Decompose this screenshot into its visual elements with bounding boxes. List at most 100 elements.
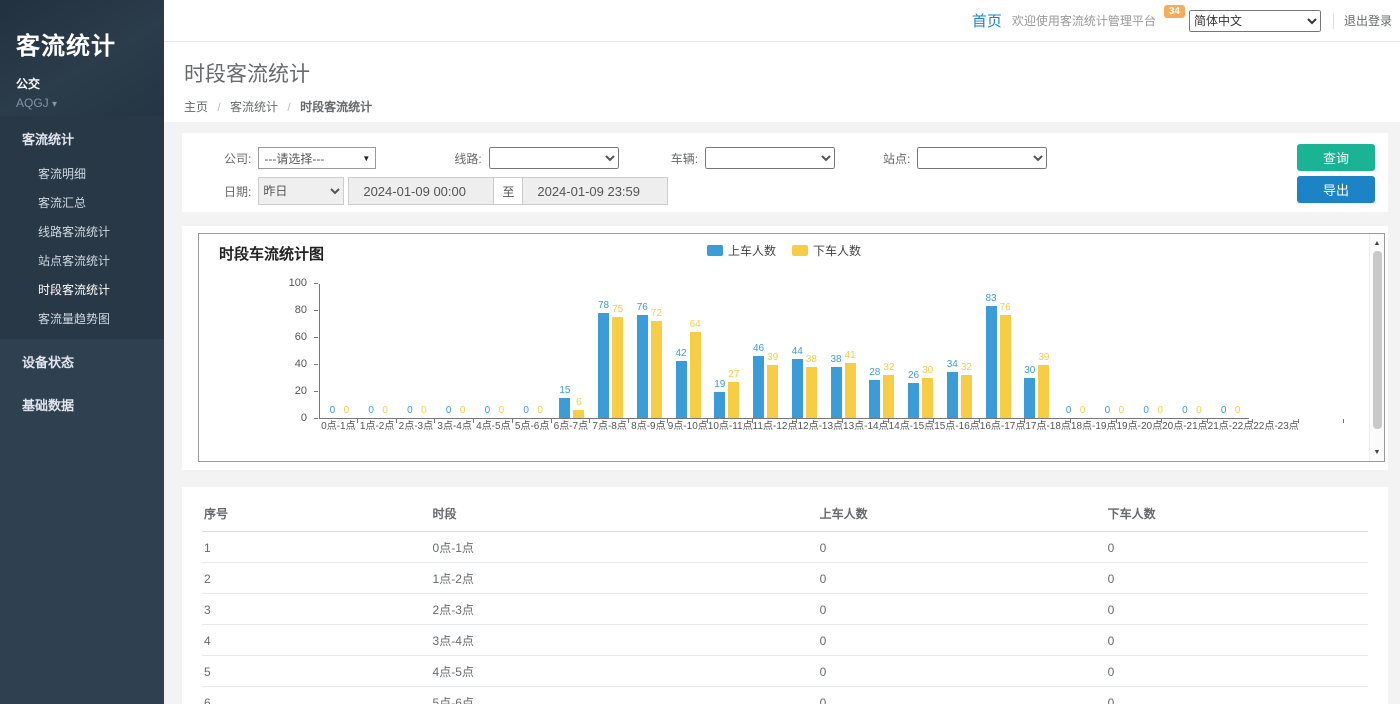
bar-column: 0	[341, 284, 352, 418]
bar[interactable]	[598, 313, 609, 418]
bar-column: 28	[869, 284, 880, 418]
sidebar-header: 客流统计 公交 AQGJ ▾	[0, 0, 164, 116]
bar[interactable]	[986, 306, 997, 418]
sidebar-item-设备状态[interactable]: 设备状态	[0, 339, 164, 382]
sidebar-item-站点客流统计[interactable]: 站点客流统计	[0, 246, 164, 275]
bar[interactable]	[676, 361, 687, 418]
bar[interactable]	[690, 332, 701, 418]
station-select[interactable]	[917, 147, 1047, 169]
legend-item-boarding[interactable]: 上车人数	[707, 242, 776, 259]
bar[interactable]	[845, 363, 856, 418]
scroll-up-icon[interactable]: ▲	[1370, 236, 1384, 250]
breadcrumb-home[interactable]: 主页	[184, 100, 208, 114]
breadcrumb-separator: /	[217, 100, 220, 114]
vehicle-label: 车辆:	[671, 150, 698, 167]
bar-group: 3841	[824, 284, 863, 418]
table-cell: 4	[202, 625, 431, 656]
bar-value-label: 28	[869, 368, 880, 378]
table-cell: 0	[818, 656, 1106, 687]
welcome-text: 欢迎使用客流统计管理平台	[1012, 12, 1156, 29]
bar[interactable]	[637, 315, 648, 418]
sidebar-item-客流量趋势图[interactable]: 客流量趋势图	[0, 304, 164, 339]
bar[interactable]	[559, 398, 570, 418]
vehicle-select[interactable]	[705, 147, 835, 169]
legend-item-alighting[interactable]: 下车人数	[792, 242, 861, 259]
bar-column: 0	[366, 284, 377, 418]
filter-row-2: 日期: 昨日 2024-01-09 00:00 至 2024-01-09 23:…	[224, 178, 1388, 204]
table-row: 65点-6点00	[202, 687, 1368, 704]
bar[interactable]	[753, 356, 764, 418]
bar-column: 15	[559, 284, 570, 418]
bar-group: 00	[436, 284, 475, 418]
sidebar-item-时段客流统计[interactable]: 时段客流统计	[0, 275, 164, 304]
sidebar-item-线路客流统计[interactable]: 线路客流统计	[0, 217, 164, 246]
bar[interactable]	[651, 321, 662, 418]
bar-value-label: 44	[792, 347, 803, 357]
bar[interactable]	[1024, 378, 1035, 419]
y-axis-tick-label: 100	[289, 278, 307, 289]
bar-value-label: 39	[767, 353, 778, 363]
sidebar-item-客流统计[interactable]: 客流统计	[0, 116, 164, 159]
bar[interactable]	[573, 410, 584, 418]
sidebar-item-基础数据[interactable]: 基础数据	[0, 382, 164, 425]
bar-value-label: 0	[537, 406, 543, 416]
bar[interactable]	[961, 375, 972, 418]
table-header-row: 序号时段上车人数下车人数	[202, 497, 1368, 532]
bar[interactable]	[947, 372, 958, 418]
x-axis-label: 9点-10点	[668, 421, 708, 433]
x-axis-label: 14点-15点	[889, 421, 935, 433]
bar[interactable]	[869, 380, 880, 418]
bar[interactable]	[767, 365, 778, 418]
x-axis-label: 0点-1点	[319, 421, 358, 433]
scrollbar-thumb[interactable]	[1373, 251, 1382, 429]
date-to-label: 至	[494, 177, 522, 205]
x-axis-label: 16点-17点	[980, 421, 1026, 433]
bar-column: 27	[728, 284, 739, 418]
bar-column: 26	[908, 284, 919, 418]
table-cell: 0	[1106, 532, 1368, 563]
bar[interactable]	[922, 378, 933, 419]
sidebar-menu: 客流统计客流明细客流汇总线路客流统计站点客流统计时段客流统计客流量趋势图设备状态…	[0, 116, 164, 425]
search-button[interactable]: 查询	[1297, 144, 1375, 171]
bar-value-label: 0	[1182, 406, 1188, 416]
bar-group: 4639	[746, 284, 785, 418]
date-end-input[interactable]: 2024-01-09 23:59	[522, 177, 668, 205]
date-preset-select[interactable]: 昨日	[258, 177, 344, 205]
bar[interactable]	[714, 392, 725, 418]
x-axis-label: 17点-18点	[1025, 421, 1071, 433]
table-header-cell: 上车人数	[818, 497, 1106, 532]
language-select[interactable]: 简体中文	[1189, 10, 1321, 32]
date-start-input[interactable]: 2024-01-09 00:00	[348, 177, 494, 205]
bar[interactable]	[1038, 365, 1049, 418]
line-select[interactable]	[489, 147, 619, 169]
company-select[interactable]: ---请选择--- ▼	[258, 147, 376, 169]
chart-scrollbar[interactable]: ▲ ▼	[1369, 234, 1384, 461]
bar-column: 39	[1038, 284, 1049, 418]
bar[interactable]	[792, 359, 803, 418]
bar-column: 46	[753, 284, 764, 418]
bar[interactable]	[612, 317, 623, 418]
top-navbar: 首页 欢迎使用客流统计管理平台 34 简体中文 退出登录	[164, 0, 1400, 42]
bar[interactable]	[728, 382, 739, 418]
logout-link[interactable]: 退出登录	[1344, 12, 1392, 29]
breadcrumb-section[interactable]: 客流统计	[230, 100, 278, 114]
bar-column: 0	[482, 284, 493, 418]
station-label: 站点:	[883, 150, 910, 167]
bar[interactable]	[883, 375, 894, 418]
bar[interactable]	[806, 367, 817, 418]
table-cell: 0点-1点	[431, 532, 818, 563]
sidebar-item-客流明细[interactable]: 客流明细	[0, 159, 164, 188]
bar-group: 00	[1173, 284, 1212, 418]
sidebar-item-客流汇总[interactable]: 客流汇总	[0, 188, 164, 217]
home-link[interactable]: 首页	[972, 10, 1002, 31]
user-menu[interactable]: AQGJ ▾	[16, 96, 164, 110]
bar[interactable]	[831, 367, 842, 418]
chart-y-axis: 020406080100	[199, 284, 319, 419]
bar-column: 0	[404, 284, 415, 418]
bar[interactable]	[1000, 315, 1011, 418]
table-header-cell: 时段	[431, 497, 818, 532]
scroll-down-icon[interactable]: ▼	[1370, 445, 1384, 459]
bar[interactable]	[908, 383, 919, 418]
y-axis-tick-mark	[314, 364, 318, 365]
export-button[interactable]: 导出	[1297, 176, 1375, 203]
